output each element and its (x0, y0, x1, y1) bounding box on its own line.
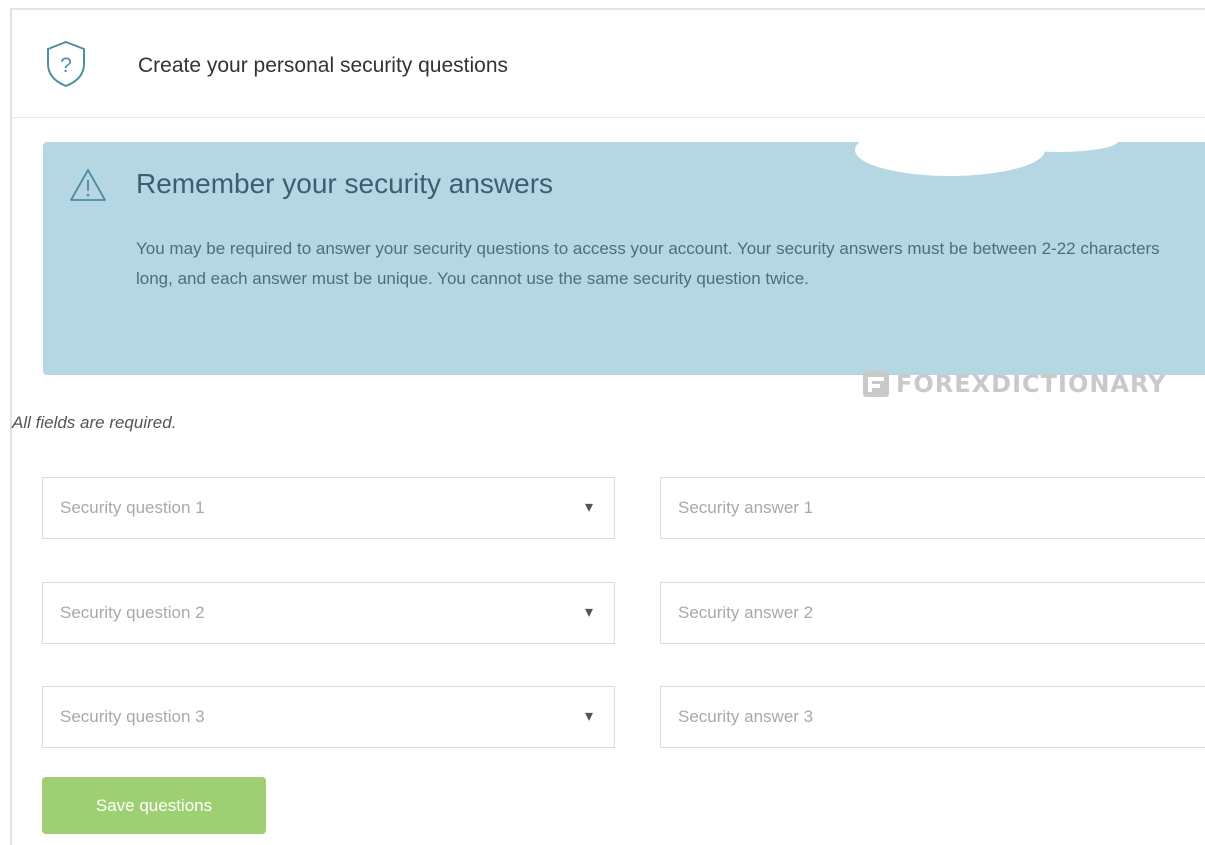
svg-text:?: ? (60, 54, 72, 77)
panel-header: ? Create your personal security question… (12, 8, 1205, 118)
security-question-3-placeholder: Security question 3 (60, 707, 205, 726)
security-question-2-placeholder: Security question 2 (60, 603, 205, 622)
security-answers-alert: Remember your security answers You may b… (43, 142, 1205, 375)
save-questions-button[interactable]: Save questions (42, 777, 266, 834)
security-answer-2-placeholder: Security answer 2 (678, 603, 814, 622)
alert-title: Remember your security answers (136, 168, 554, 199)
security-question-1-select[interactable]: Security question 1 ▾ (42, 477, 615, 539)
chevron-down-icon: ▾ (585, 604, 594, 621)
security-questions-page: ? Create your personal security question… (0, 0, 1205, 845)
security-question-3-select[interactable]: Security question 3 ▾ (42, 686, 615, 748)
chevron-down-icon: ▾ (585, 499, 594, 516)
chevron-down-icon: ▾ (585, 708, 594, 725)
security-answer-1-input[interactable]: Security answer 1 (660, 477, 1205, 539)
warning-triangle-icon (70, 169, 106, 201)
watermark-text: FOREXDICTIONARY (896, 370, 1167, 398)
alert-body: You may be required to answer your secur… (136, 239, 1160, 288)
security-question-2-select[interactable]: Security question 2 ▾ (42, 582, 615, 644)
watermark: FOREXDICTIONARY (862, 369, 1167, 399)
watermark-logo-icon (863, 371, 889, 397)
shield-question-icon: ? (47, 40, 85, 88)
security-question-1-placeholder: Security question 1 (60, 498, 205, 517)
security-answer-3-input[interactable]: Security answer 3 (660, 686, 1205, 748)
required-fields-note: All fields are required. (12, 413, 177, 432)
security-answer-3-placeholder: Security answer 3 (678, 707, 814, 726)
security-answer-1-placeholder: Security answer 1 (678, 498, 814, 517)
page-title: Create your personal security questions (138, 54, 509, 77)
security-answer-2-input[interactable]: Security answer 2 (660, 582, 1205, 644)
